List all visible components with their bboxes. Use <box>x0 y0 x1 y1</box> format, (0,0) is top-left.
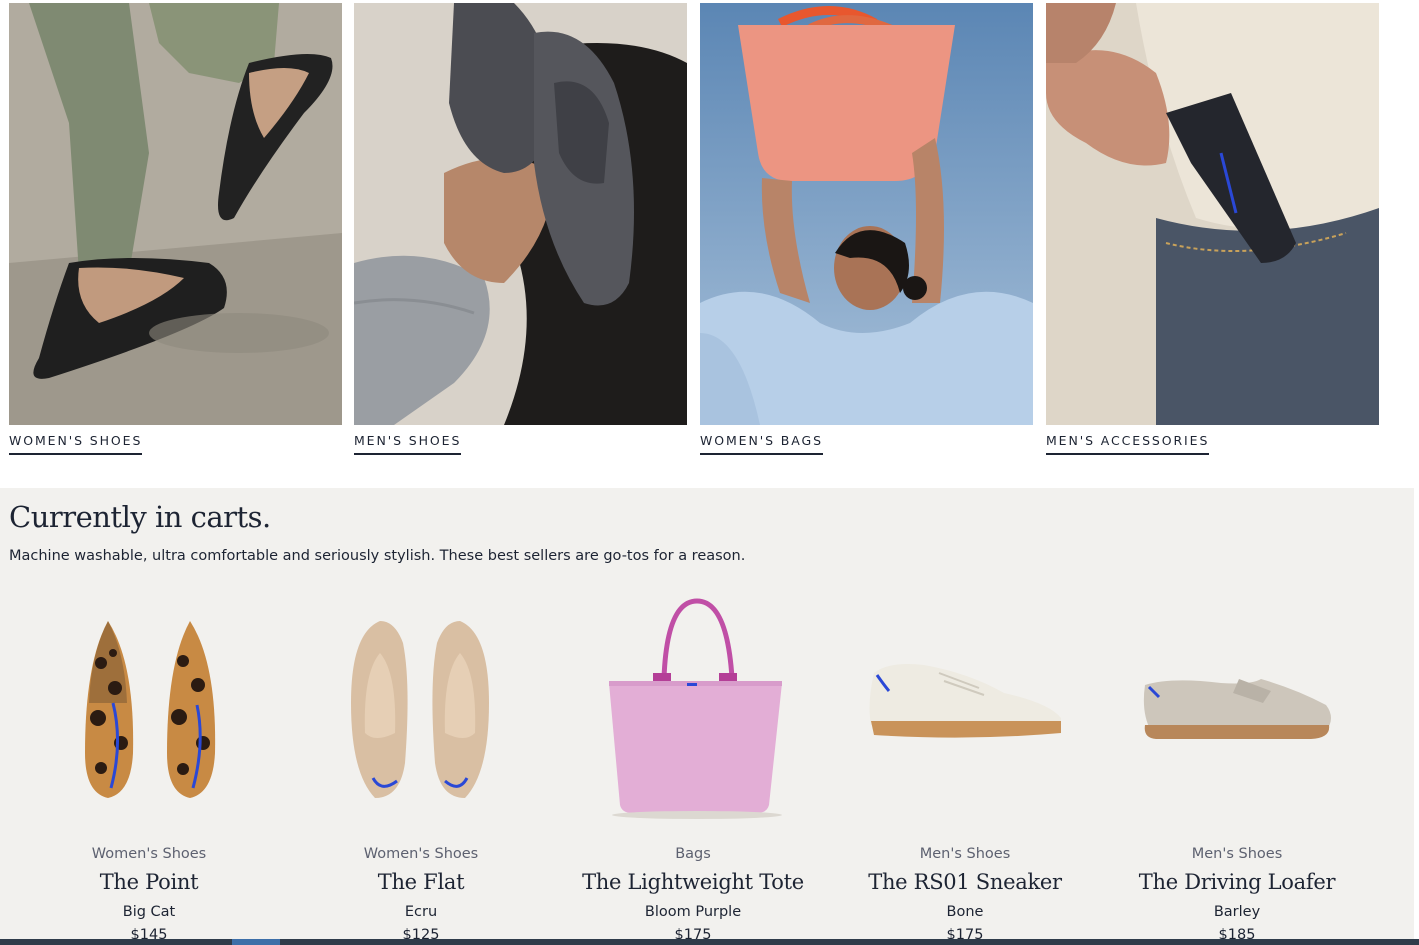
category-tile-mens-shoes[interactable]: MEN'S SHOES <box>354 3 687 455</box>
product-color: Ecru <box>404 904 438 920</box>
product-card-the-point[interactable]: Women's Shoes The Point Big Cat $145 <box>13 593 285 943</box>
mens-accessories-image[interactable] <box>1046 3 1379 425</box>
product-name[interactable]: The Lightweight Tote <box>557 870 829 894</box>
mens-shoes-image[interactable] <box>354 3 687 425</box>
product-color: Bone <box>946 904 984 920</box>
category-tile-mens-accessories[interactable]: MEN'S ACCESSORIES <box>1046 3 1379 455</box>
currently-in-carts-section: Currently in carts. Machine washable, ul… <box>0 488 1414 945</box>
product-card-the-flat[interactable]: Women's Shoes The Flat Ecru $125 <box>285 593 557 943</box>
product-image[interactable] <box>829 593 1101 823</box>
product-name[interactable]: The Driving Loafer <box>1101 870 1373 894</box>
product-name[interactable]: The Point <box>13 870 285 894</box>
product-color: Bloom Purple <box>644 904 742 920</box>
product-category: Men's Shoes <box>1191 846 1283 862</box>
mens-accessories-link[interactable]: MEN'S ACCESSORIES <box>1046 434 1210 455</box>
product-image[interactable] <box>1101 593 1373 823</box>
womens-bags-image[interactable] <box>700 3 1033 425</box>
product-category: Bags <box>675 846 711 862</box>
product-category: Men's Shoes <box>919 846 1011 862</box>
product-image[interactable] <box>557 593 829 823</box>
product-name[interactable]: The Flat <box>285 870 557 894</box>
product-color: Big Cat <box>122 904 176 920</box>
womens-bags-link[interactable]: WOMEN'S BAGS <box>700 434 823 455</box>
product-card-the-rs01-sneaker[interactable]: Men's Shoes The RS01 Sneaker Bone $175 <box>829 593 1101 943</box>
section-subtitle: Machine washable, ultra comfortable and … <box>9 548 746 564</box>
category-tile-womens-bags[interactable]: WOMEN'S BAGS <box>700 3 1033 455</box>
product-card-the-lightweight-tote[interactable]: Bags The Lightweight Tote Bloom Purple $… <box>557 593 829 943</box>
product-image[interactable] <box>285 593 557 823</box>
scrollbar-thumb[interactable] <box>232 939 280 945</box>
mens-shoes-link[interactable]: MEN'S SHOES <box>354 434 462 455</box>
product-color: Barley <box>1213 904 1261 920</box>
category-tile-womens-shoes[interactable]: WOMEN'S SHOES <box>9 3 342 455</box>
product-category: Women's Shoes <box>91 846 207 862</box>
section-title: Currently in carts. <box>9 500 271 534</box>
product-name[interactable]: The RS01 Sneaker <box>829 870 1101 894</box>
product-card-the-driving-loafer[interactable]: Men's Shoes The Driving Loafer Barley $1… <box>1101 593 1373 943</box>
womens-shoes-image[interactable] <box>9 3 342 425</box>
womens-shoes-link[interactable]: WOMEN'S SHOES <box>9 434 143 455</box>
horizontal-scrollbar[interactable] <box>0 939 1419 945</box>
product-category: Women's Shoes <box>363 846 479 862</box>
product-image[interactable] <box>13 593 285 823</box>
